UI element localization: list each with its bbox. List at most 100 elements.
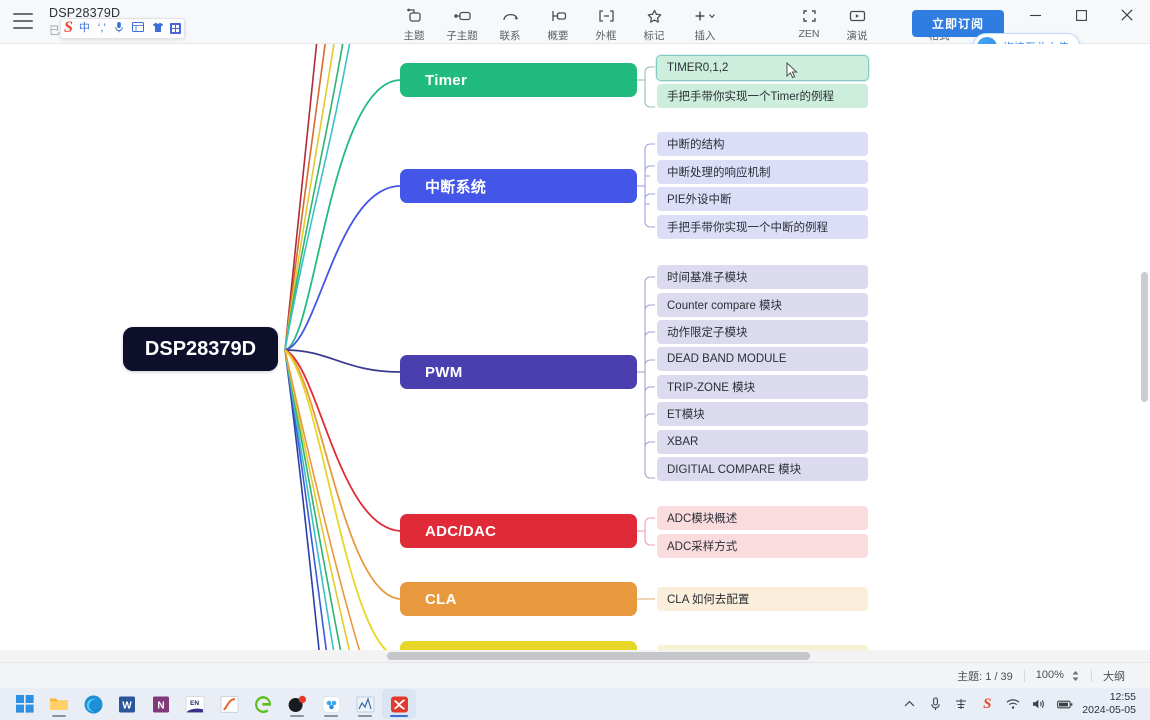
branch-node-timer[interactable]: Timer [400,63,637,97]
taskbar-word[interactable]: W [110,689,144,719]
sub-node-pwm-7[interactable]: DIGITIAL COMPARE 模块 [657,457,868,481]
sub-node-interrupt-1[interactable]: 中断处理的响应机制 [657,160,868,184]
toolbar-subtopic-button[interactable]: 子主题 [438,3,486,43]
summary-icon [549,6,568,25]
mindmap-canvas[interactable]: DSP28379D Timer TIMER0,1,2 手把手带你实现一个Time… [0,44,1150,662]
close-icon [1121,9,1133,21]
sub-node-timer-0[interactable]: TIMER0,1,2 [656,55,869,81]
taskbar-onenote[interactable]: N [144,689,178,719]
taskbar-clock[interactable]: 12:55 2024-05-05 [1078,691,1142,717]
outline-button[interactable]: 大纲 [1092,668,1136,684]
sub-node-pwm-2[interactable]: 动作限定子模块 [657,320,868,344]
sogou-logo-icon[interactable]: S [64,19,73,36]
sub-node-interrupt-2[interactable]: PIE外设中断 [657,187,868,211]
zoom-control[interactable]: 100% [1025,669,1091,681]
minimize-button[interactable] [1012,0,1058,30]
toolbar-presentation-button[interactable]: 演说 [833,3,881,43]
branch-node-adc-dac[interactable]: ADC/DAC [400,514,637,548]
svg-text:W: W [122,700,132,711]
running-indicator [358,715,372,717]
sub-node-interrupt-3[interactable]: 手把手带你实现一个中断的例程 [657,215,868,239]
horizontal-scroll-thumb[interactable] [387,652,810,660]
taskbar-start-button[interactable] [8,689,42,719]
running-indicator [324,715,338,717]
folder-icon [50,698,68,710]
network-button[interactable] [1000,689,1026,719]
sub-node-adc-1[interactable]: ADC采样方式 [657,534,868,558]
sub-node-pwm-3[interactable]: DEAD BAND MODULE [657,347,868,371]
toolbar-summary-button[interactable]: 概要 [534,3,582,43]
ime-keyboard-icon[interactable] [130,22,146,35]
onenote-icon: N [153,696,169,712]
taskbar-zhihu[interactable] [280,689,314,719]
sub-node-pwm-0[interactable]: 时间基准子模块 [657,265,868,289]
toolbar-topic-button[interactable]: 主题 [390,3,438,43]
microphone-button[interactable] [922,689,948,719]
branch-node-cla[interactable]: CLA [400,582,637,616]
branch-node-pwm[interactable]: PWM [400,355,637,389]
sub-node-pwm-6[interactable]: XBAR [657,430,868,454]
close-button[interactable] [1104,0,1150,30]
taskbar-origin[interactable] [212,689,246,719]
zoom-stepper-icon[interactable] [1071,670,1080,682]
battery-button[interactable] [1052,689,1078,719]
boundary-icon [597,6,616,25]
volume-button[interactable] [1026,689,1052,719]
mic-icon [931,697,940,710]
sub-node-interrupt-0[interactable]: 中断的结构 [657,132,868,156]
hamburger-icon[interactable] [13,13,33,29]
taskbar-green-browser[interactable] [246,689,280,719]
sub-node-cla-0[interactable]: CLA 如何去配置 [657,587,868,611]
vertical-scrollbar[interactable] [1138,44,1150,662]
input-method-button[interactable] [948,689,974,719]
sogou-tray-button[interactable]: S [974,689,1000,719]
subtopic-icon [453,6,472,25]
sub-node-pwm-5[interactable]: ET模块 [657,402,868,426]
ime-punctuation-icon[interactable]: ‘,’ [96,23,108,34]
taskbar-edge-browser[interactable] [76,689,110,719]
sub-node-pwm-1[interactable]: Counter compare 模块 [657,293,868,317]
show-hidden-icons-button[interactable] [896,689,922,719]
root-node[interactable]: DSP28379D [123,327,278,371]
sogou-ime-toolbar[interactable]: S 中 ‘,’ [60,18,185,39]
toolbar-insert-button[interactable]: 插入 [678,3,732,43]
sub-node-timer-1[interactable]: 手把手带你实现一个Timer的例程 [657,84,868,108]
sub-node-pwm-4[interactable]: TRIP-ZONE 模块 [657,375,868,399]
running-indicator [290,715,304,717]
svg-text:N: N [157,700,164,711]
origin-curve-icon [220,695,238,713]
vertical-scroll-thumb[interactable] [1141,272,1148,402]
ime-toolbox-icon[interactable] [169,23,181,34]
toolbar-summary-label: 概要 [547,30,569,42]
zen-fullscreen-icon [801,6,818,25]
edge-icon [84,695,102,713]
toolbar-relationship-button[interactable]: 联系 [486,3,534,43]
svg-text:EN: EN [190,700,199,707]
minimize-icon [1029,14,1041,16]
green-browser-icon [254,695,271,713]
toolbar-view-group: ZEN 演说 [785,3,881,43]
toolbar-insert-label: 插入 [694,30,716,42]
taskbar-baidu-netdisk[interactable] [314,689,348,719]
toolbar-boundary-label: 外框 [595,30,617,42]
chevron-up-icon [904,700,915,707]
toolbar-marker-button[interactable]: 标记 [630,3,678,43]
wifi-icon [1006,699,1020,709]
taskbar-file-explorer[interactable] [42,689,76,719]
ime-mic-icon[interactable] [112,21,126,36]
toolbar-subtopic-label: 子主题 [446,30,478,42]
taskbar-endnote[interactable]: EN [178,689,212,719]
toolbar-boundary-button[interactable]: 外框 [582,3,630,43]
sub-node-adc-0[interactable]: ADC模块概述 [657,506,868,530]
ime-skin-icon[interactable] [150,22,166,36]
toolbar-zen-button[interactable]: ZEN [785,3,833,43]
taskbar-xmind[interactable] [382,689,416,719]
horizontal-scrollbar[interactable] [0,650,1150,662]
running-indicator [52,715,66,717]
speaker-icon [1033,699,1045,709]
maximize-button[interactable] [1058,0,1104,30]
taskbar-chart-app[interactable] [348,689,382,719]
toolbar-topic-label: 主题 [403,30,425,42]
ime-mode-chinese[interactable]: 中 [77,23,92,34]
branch-node-interrupt[interactable]: 中断系统 [400,169,637,203]
